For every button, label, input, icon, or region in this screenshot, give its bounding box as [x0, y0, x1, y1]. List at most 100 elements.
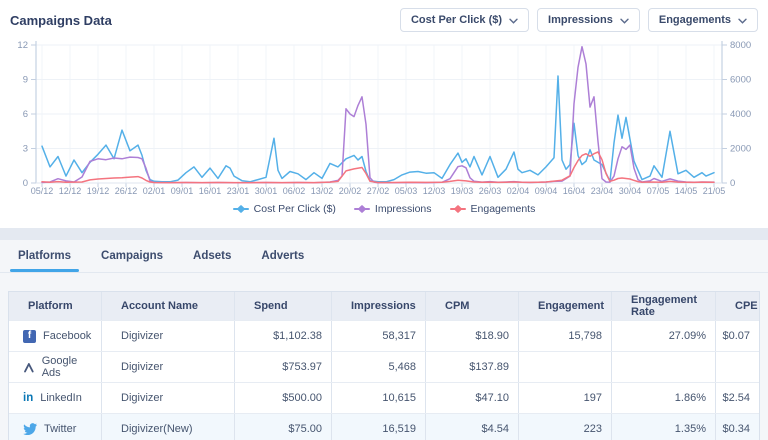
right-axis-tick: 2000	[730, 144, 751, 155]
cpe-cell	[715, 352, 759, 382]
left-axis-tick: 9	[23, 75, 28, 86]
x-axis-label: 21/05	[703, 186, 726, 196]
dropdown-label: Cost Per Click ($)	[411, 14, 502, 26]
x-axis-label: 16/01	[199, 186, 222, 196]
chevron-down-icon	[509, 18, 518, 24]
platform-cell: Twitter	[9, 414, 101, 440]
table-tabs: Platforms Campaigns Adsets Adverts	[0, 240, 768, 273]
impressions-cell: 10,615	[331, 383, 425, 413]
x-axis-label: 30/04	[619, 186, 642, 196]
left-axis-tick: 0	[23, 178, 28, 189]
x-axis-label: 12/12	[59, 186, 82, 196]
x-axis-label: 09/04	[535, 186, 558, 196]
engagement-rate-cell: 1.86%	[611, 383, 715, 413]
platform-cell: f Facebook	[9, 321, 101, 351]
cpe-cell: $0.07	[715, 321, 759, 351]
platform-cell: Google Ads	[9, 352, 101, 382]
legend-marker-icon	[233, 205, 249, 213]
column-header-spend[interactable]: Spend	[234, 292, 331, 320]
platform-cell: in LinkedIn	[9, 383, 101, 413]
metric-dropdowns: Cost Per Click ($) Impressions Engagements	[400, 8, 758, 32]
tab-adverts[interactable]: Adverts	[261, 250, 304, 272]
x-axis-label: 19/03	[451, 186, 474, 196]
right-axis-tick: 8000	[730, 40, 751, 51]
x-axis-label: 23/01	[227, 186, 250, 196]
chevron-down-icon	[620, 18, 629, 24]
column-header-impressions[interactable]: Impressions	[331, 292, 425, 320]
column-header-engagement[interactable]: Engagement	[518, 292, 611, 320]
platform-name: LinkedIn	[40, 392, 82, 404]
section-divider	[0, 228, 768, 240]
linkedin-icon: in	[23, 392, 33, 404]
googleads-icon	[23, 361, 35, 374]
engagement-cell: 223	[518, 414, 611, 440]
campaigns-line-chart: 05/12 12/12 19/12 26/12 02/01 09/01 16/01 23/01…	[0, 33, 768, 201]
platform-name: Google Ads	[42, 355, 93, 379]
tab-campaigns[interactable]: Campaigns	[101, 250, 163, 272]
x-axis-label: 20/02	[339, 186, 362, 196]
cpm-cell: $18.90	[425, 321, 518, 351]
legend-item-engagements[interactable]: Engagements	[450, 203, 536, 215]
account-name-cell: Digivizer	[101, 383, 234, 413]
cpe-cell: $2.54	[715, 383, 759, 413]
legend-item-impressions[interactable]: Impressions	[354, 203, 432, 215]
engagement-cell	[518, 352, 611, 382]
right-axis-tick: 0	[730, 178, 735, 189]
dropdown-label: Impressions	[548, 14, 613, 26]
engagement-rate-cell	[611, 352, 715, 382]
engagement-cell: 197	[518, 383, 611, 413]
platform-name: Facebook	[43, 330, 91, 342]
x-axis-label: 06/02	[283, 186, 306, 196]
spend-cell: $1,102.38	[234, 321, 331, 351]
chevron-down-icon	[738, 18, 747, 24]
table-row-linkedin[interactable]: inLinkedInDigivizer$500.0010,615$47.1019…	[9, 382, 759, 413]
legend-label: Impressions	[375, 203, 432, 215]
x-axis-label: 09/01	[171, 186, 194, 196]
engagement-rate-cell: 1.35%	[611, 414, 715, 440]
cpe-cell: $0.34	[715, 414, 759, 440]
campaigns-dashboard: Campaigns Data Cost Per Click ($)Impress…	[0, 0, 768, 440]
impressions-cell: 58,317	[331, 321, 425, 351]
legend-item-cost-per-click[interactable]: Cost Per Click ($)	[233, 203, 336, 215]
x-axis-label: 07/05	[647, 186, 670, 196]
table-header-row: PlatformAccount NameSpendImpressionsCPME…	[9, 292, 759, 320]
right-axis-tick: 6000	[730, 75, 751, 86]
legend-label: Cost Per Click ($)	[254, 203, 336, 215]
tab-adsets[interactable]: Adsets	[193, 250, 231, 272]
right-axis-tick: 4000	[730, 109, 751, 120]
x-axis-label: 02/04	[507, 186, 530, 196]
x-axis-label: 23/04	[591, 186, 614, 196]
column-header-account-name[interactable]: Account Name	[101, 292, 234, 320]
legend-label: Engagements	[471, 203, 536, 215]
left-axis-tick: 12	[17, 40, 28, 51]
account-name-cell: Digivizer	[101, 352, 234, 382]
impressions-cell: 5,468	[331, 352, 425, 382]
account-name-cell: Digivizer(New)	[101, 414, 234, 440]
column-header-cpm[interactable]: CPM	[425, 292, 518, 320]
x-axis-label: 14/05	[675, 186, 698, 196]
tab-platforms[interactable]: Platforms	[18, 250, 71, 272]
column-header-cpe[interactable]: CPE	[715, 292, 759, 320]
x-axis-label: 13/02	[311, 186, 334, 196]
cpm-cell: $4.54	[425, 414, 518, 440]
facebook-icon: f	[23, 330, 36, 343]
twitter-icon	[23, 423, 37, 435]
table-row-facebook[interactable]: fFacebookDigivizer$1,102.3858,317$18.901…	[9, 320, 759, 351]
metric-dropdown-impressions[interactable]: Impressions	[537, 8, 640, 32]
x-axis-label: 05/12	[31, 186, 54, 196]
table-row-twitter[interactable]: TwitterDigivizer(New)$75.0016,519$4.5422…	[9, 413, 759, 440]
x-axis-label: 12/03	[423, 186, 446, 196]
metric-dropdown-engagements[interactable]: Engagements	[648, 8, 758, 32]
account-name-cell: Digivizer	[101, 321, 234, 351]
table-row-google-ads[interactable]: Google AdsDigivizer$753.975,468$137.89	[9, 351, 759, 382]
x-axis-label: 02/01	[143, 186, 166, 196]
spend-cell: $753.97	[234, 352, 331, 382]
column-header-engagement-rate[interactable]: Engagement Rate	[611, 292, 715, 320]
platform-name: Twitter	[44, 423, 76, 435]
column-header-platform[interactable]: Platform	[9, 292, 101, 320]
metric-dropdown-cost-per-click[interactable]: Cost Per Click ($)	[400, 8, 529, 32]
x-axis-label: 26/12	[115, 186, 138, 196]
x-axis-label: 19/12	[87, 186, 110, 196]
impressions-cell: 16,519	[331, 414, 425, 440]
dropdown-label: Engagements	[659, 14, 731, 26]
